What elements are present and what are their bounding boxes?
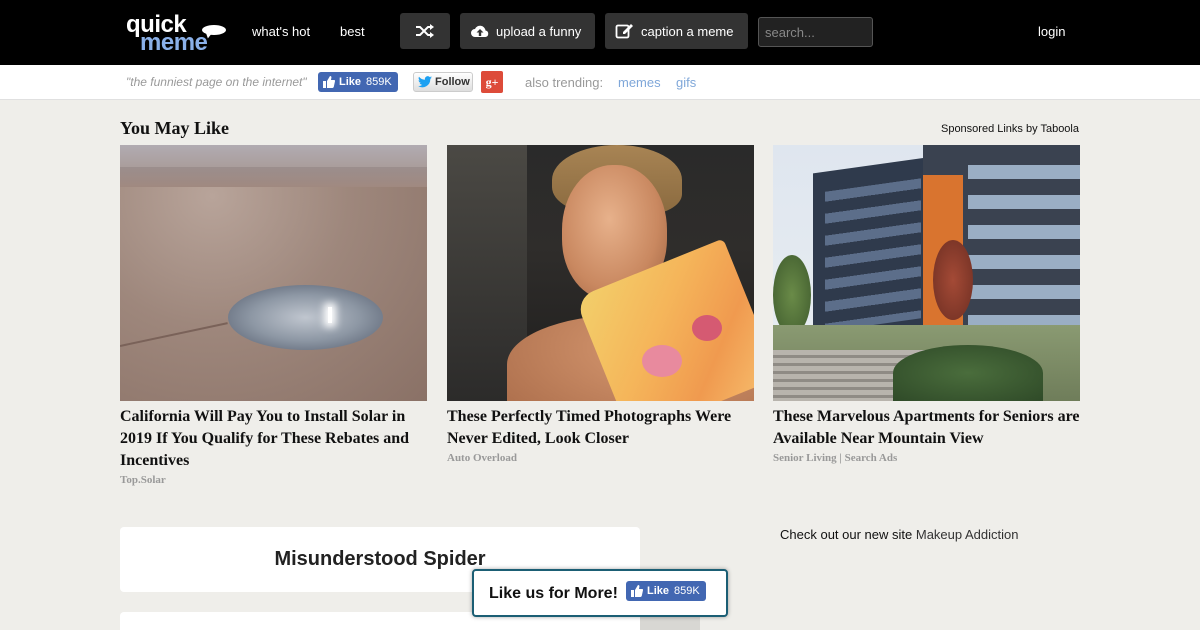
like-us-text: Like us for More! — [489, 585, 618, 602]
promo-label: Check out our new site — [780, 527, 913, 542]
caption-meme-button[interactable]: caption a meme — [605, 13, 748, 49]
upload-funny-label: upload a funny — [496, 23, 582, 39]
facebook-like-button[interactable]: Like 859K — [318, 72, 398, 92]
google-plus-icon: g+ — [485, 74, 499, 89]
edit-icon — [615, 24, 633, 39]
cloud-upload-icon — [471, 25, 489, 37]
trending-link-memes[interactable]: memes — [618, 75, 661, 90]
shuffle-icon — [416, 24, 434, 38]
card-source: Auto Overload — [447, 452, 517, 464]
sponsored-card[interactable]: California Will Pay You to Install Solar… — [120, 145, 427, 486]
sponsored-links-label[interactable]: Sponsored Links by Taboola — [941, 123, 1079, 135]
also-trending-label: also trending: — [525, 75, 604, 90]
upload-funny-button[interactable]: upload a funny — [460, 13, 595, 49]
card-image-apartments[interactable] — [773, 145, 1080, 401]
card-title[interactable]: California Will Pay You to Install Solar… — [120, 406, 427, 472]
promo-text: Check out our new site Makeup Addiction — [780, 527, 1018, 542]
random-button[interactable] — [400, 13, 450, 49]
makeup-addiction-link[interactable]: Makeup Addiction — [916, 527, 1019, 542]
caption-meme-label: caption a meme — [641, 23, 734, 39]
twitter-bird-icon — [418, 76, 432, 88]
nav-best[interactable]: best — [340, 24, 365, 39]
card-image-photo[interactable] — [447, 145, 754, 401]
card-image-solar[interactable] — [120, 145, 427, 401]
site-logo[interactable]: quick meme — [124, 12, 228, 56]
twitter-follow-button[interactable]: Follow — [413, 72, 473, 92]
meme-title: Misunderstood Spider — [274, 548, 486, 570]
speech-bubble-icon — [202, 25, 226, 35]
you-may-like-heading: You May Like — [120, 118, 230, 138]
login-link[interactable]: login — [1038, 24, 1065, 39]
thumbs-up-icon — [631, 585, 643, 597]
facebook-like-count: 859K — [366, 76, 392, 88]
google-plus-button[interactable]: g+ — [481, 71, 503, 93]
card-title[interactable]: These Perfectly Timed Photographs Were N… — [447, 406, 754, 450]
sponsored-card[interactable]: These Marvelous Apartments for Seniors a… — [773, 145, 1080, 464]
top-bar: quick meme what's hot best upload a funn… — [0, 0, 1200, 65]
twitter-follow-label: Follow — [435, 76, 470, 88]
like-us-popup: Like us for More! Like 859K — [472, 569, 728, 617]
trending-link-gifs[interactable]: gifs — [676, 75, 696, 90]
card-source: Senior Living | Search Ads — [773, 452, 898, 464]
sponsored-card[interactable]: These Perfectly Timed Photographs Were N… — [447, 145, 754, 464]
facebook-like-button[interactable]: Like 859K — [626, 581, 706, 601]
nav-whats-hot[interactable]: what's hot — [252, 24, 310, 39]
search-input[interactable] — [758, 17, 873, 47]
card-title[interactable]: These Marvelous Apartments for Seniors a… — [773, 406, 1080, 450]
site-tagline: "the funniest page on the internet" — [126, 75, 307, 89]
facebook-like-label: Like — [647, 585, 670, 597]
facebook-like-count: 859K — [674, 585, 700, 597]
thumbs-up-icon — [323, 76, 335, 88]
card-source: Top.Solar — [120, 474, 166, 486]
facebook-like-label: Like — [339, 76, 362, 88]
logo-word-meme: meme — [140, 29, 208, 56]
